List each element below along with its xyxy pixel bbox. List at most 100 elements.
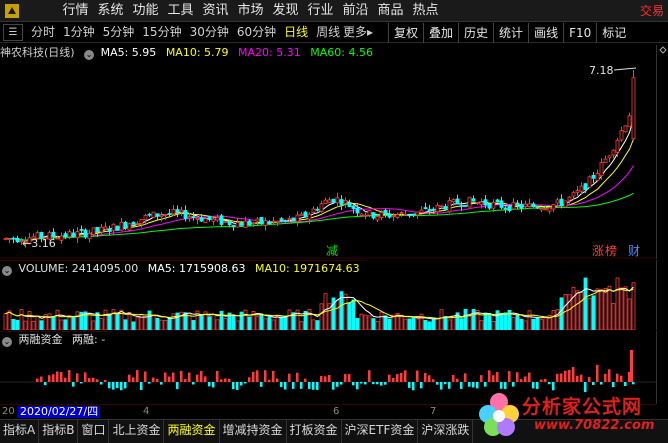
- indicator-tab[interactable]: 沪深涨跌: [418, 420, 474, 443]
- candle-body: [295, 214, 300, 222]
- menu-item[interactable]: 行业: [303, 2, 338, 20]
- volume-bar: [383, 315, 388, 330]
- menu-item[interactable]: 系统: [93, 2, 128, 20]
- candle-body: [299, 213, 304, 216]
- limit-up-badge[interactable]: 涨: [592, 243, 604, 258]
- volume-bar: [551, 310, 556, 330]
- period-tab[interactable]: 周线: [312, 24, 344, 41]
- indicator-tab[interactable]: 北上资金: [109, 420, 165, 443]
- toolbar-toggle-icon[interactable]: ☰: [3, 24, 23, 41]
- candle-body: [379, 212, 384, 219]
- indicator-tab[interactable]: 增减持资金: [220, 420, 287, 443]
- margin-bar: [472, 382, 475, 388]
- menu-item[interactable]: 行情: [58, 2, 93, 20]
- indicator-tab[interactable]: 两融资金: [164, 420, 220, 443]
- watermark-url: www.70822.com: [534, 418, 655, 433]
- menu-item[interactable]: 商品: [373, 2, 408, 20]
- indicator-tab[interactable]: 沪深ETF资金: [342, 420, 419, 443]
- volume-chart[interactable]: [0, 275, 656, 330]
- candle-body: [155, 213, 160, 217]
- candle-body: [99, 226, 104, 233]
- candle-body: [223, 221, 228, 223]
- menu-item[interactable]: 资讯: [198, 2, 233, 20]
- candle-body: [547, 207, 552, 212]
- margin-bar: [52, 374, 55, 382]
- chart-action-button[interactable]: 复权: [388, 23, 423, 43]
- margin-bar: [428, 375, 431, 382]
- period-tab[interactable]: 日线: [280, 24, 312, 41]
- volume-bar: [519, 318, 524, 330]
- candle-body: [115, 225, 120, 231]
- period-toolbar: ☰ 分时 1分钟 5分钟 15分钟 30分钟 60分钟 日线 周线 更多▸ 复权 叠加 历史 统计画…: [0, 23, 668, 43]
- candle-body: [247, 220, 252, 226]
- volume-bar: [355, 318, 360, 330]
- candle-body: [291, 217, 296, 222]
- candle-body: [479, 201, 484, 206]
- candle-body: [491, 201, 496, 209]
- candle-body: [519, 204, 524, 209]
- chart-action-button[interactable]: 历史: [458, 23, 493, 43]
- margin-bar: [168, 376, 171, 382]
- margin-bar: [108, 382, 111, 389]
- menu-item[interactable]: 功能: [128, 2, 163, 20]
- trade-button[interactable]: 交易: [640, 2, 664, 20]
- menu-item[interactable]: 发现: [268, 2, 303, 20]
- period-tab[interactable]: 分时: [27, 24, 59, 41]
- chart-action-button[interactable]: 画线: [528, 23, 563, 43]
- margin-bar: [188, 372, 191, 382]
- candle-body: [399, 212, 404, 214]
- period-tab[interactable]: 5分钟: [99, 24, 139, 41]
- collapse-icon[interactable]: ⌄: [84, 50, 95, 60]
- chart-action-button[interactable]: 标记: [596, 23, 631, 43]
- margin-bar: [492, 375, 495, 382]
- volume-bar: [147, 310, 152, 330]
- volume-bar: [127, 311, 132, 330]
- candle-body: [135, 223, 140, 225]
- chart-action-button[interactable]: 叠加: [423, 23, 458, 43]
- margin-bar: [540, 379, 543, 382]
- menu-item[interactable]: 热点: [408, 2, 443, 20]
- candle-body: [319, 203, 324, 212]
- margin-bar: [372, 382, 375, 385]
- candle-body: [323, 199, 328, 204]
- reduce-badge[interactable]: 减: [326, 244, 338, 258]
- margin-bar: [464, 373, 467, 382]
- indicator-tab[interactable]: 指标A: [0, 420, 40, 443]
- margin-bar: [116, 382, 119, 389]
- period-tab[interactable]: 15分钟: [138, 24, 185, 41]
- list-badge[interactable]: 榜: [605, 243, 617, 258]
- volume-bar: [527, 310, 532, 330]
- menu-item[interactable]: 市场: [233, 2, 268, 20]
- period-tab[interactable]: 1分钟: [59, 24, 99, 41]
- indicator-tab[interactable]: 打板资金: [287, 420, 342, 443]
- price-scale: [656, 45, 668, 259]
- margin-bar: [436, 382, 439, 385]
- candle-body: [83, 229, 88, 238]
- volume-bar: [359, 313, 364, 330]
- candle-body: [255, 218, 260, 222]
- candle-body: [467, 196, 472, 208]
- period-tab[interactable]: 60分钟: [233, 24, 280, 41]
- chart-action-button[interactable]: 统计: [493, 23, 528, 43]
- chart-action-button[interactable]: F10: [563, 23, 596, 43]
- more-periods-button[interactable]: 更多▸: [343, 24, 373, 41]
- candlestick-chart[interactable]: 7.18 ←3.16 减 涨榜财: [0, 60, 656, 259]
- indicator-tab[interactable]: 指标B: [39, 420, 79, 443]
- volume-bar: [379, 311, 384, 330]
- finance-badge[interactable]: 财: [628, 244, 640, 258]
- volume-bar: [55, 309, 60, 330]
- volume-bar: [115, 313, 120, 330]
- indicator-tab[interactable]: 窗口: [78, 420, 110, 443]
- period-tab[interactable]: 30分钟: [186, 24, 233, 41]
- candle-body: [403, 213, 408, 216]
- volume-bar: [539, 319, 544, 330]
- candle-body: [191, 216, 196, 218]
- margin-bar: [132, 377, 135, 382]
- volume-bar: [199, 315, 204, 330]
- ma5-value: MA5: 5.95: [100, 46, 157, 59]
- candle-body: [91, 227, 96, 236]
- margin-bar: [68, 370, 71, 382]
- candle-body: [451, 199, 456, 203]
- menu-item[interactable]: 前沿: [338, 2, 373, 20]
- menu-item[interactable]: 工具: [163, 2, 198, 20]
